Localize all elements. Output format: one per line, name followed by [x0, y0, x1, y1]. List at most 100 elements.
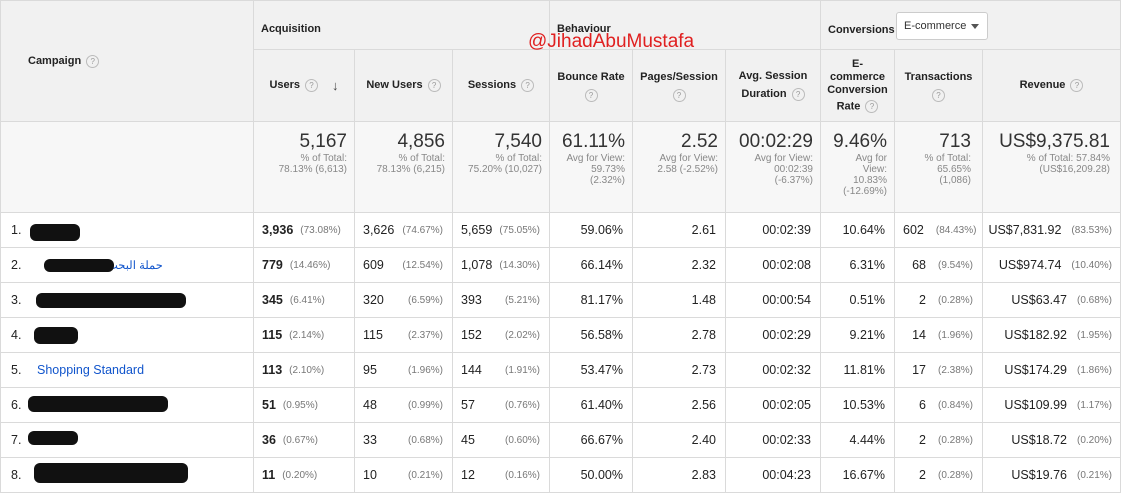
- row-users-percent: (2.14%): [289, 329, 325, 341]
- totals-revenue: US$9,375.81 % of Total: 57.84% (US$16,20…: [983, 122, 1121, 213]
- totals-users-value: 5,167: [299, 131, 347, 152]
- row-users-cell: 779 (14.46%): [254, 248, 355, 283]
- row-new_users-cell: 48 (0.99%): [355, 388, 453, 423]
- col-bounce-rate-label: Bounce Rate: [557, 70, 625, 83]
- help-icon[interactable]: ?: [865, 99, 879, 113]
- col-avg-duration-label-1: Avg. Session: [738, 70, 808, 82]
- totals-bounce-sub: Avg for View:: [566, 153, 625, 164]
- col-pages-session-label: Pages/Session: [640, 70, 718, 83]
- totals-new-users-sub: 78.13% (6,215): [376, 164, 445, 175]
- totals-ecom-sub: 10.83%: [853, 175, 887, 186]
- campaign-header[interactable]: Campaign?: [0, 0, 254, 122]
- row-revenue-cell: US$174.29 (1.86%): [983, 353, 1121, 388]
- col-bounce-rate[interactable]: Bounce Rate?: [550, 50, 633, 122]
- row-trans-percent: (84.43%): [935, 224, 977, 236]
- row-index: 3.: [11, 293, 22, 307]
- col-ecom-label-1: E-: [852, 57, 863, 70]
- row-ecom-cell: 16.67%: [821, 458, 895, 493]
- sort-arrow-icon[interactable]: ↓: [332, 78, 339, 93]
- totals-users-sub: 78.13% (6,613): [278, 164, 347, 175]
- row-trans-value: 6: [919, 398, 926, 412]
- totals-transactions-value: 713: [939, 131, 971, 152]
- help-icon[interactable]: ?: [305, 79, 319, 92]
- row-new_users-percent: (12.54%): [402, 259, 443, 271]
- help-icon[interactable]: ?: [1070, 79, 1084, 92]
- row-new_users-percent: (0.21%): [407, 469, 443, 481]
- row-duration-value: 00:02:08: [762, 258, 811, 272]
- row-duration-cell: 00:04:23: [726, 458, 821, 493]
- row-index: 2.: [11, 258, 22, 272]
- row-duration-cell: 00:02:08: [726, 248, 821, 283]
- col-pages-session[interactable]: Pages/Session?: [633, 50, 726, 122]
- totals-revenue-value: US$9,375.81: [999, 131, 1110, 152]
- help-icon[interactable]: ?: [427, 79, 441, 92]
- row-ecom-cell: 11.81%: [821, 353, 895, 388]
- col-ecom-label-2: commerce: [829, 70, 886, 83]
- totals-campaign-cell: [0, 122, 254, 213]
- row-revenue-value: US$182.92: [1004, 328, 1067, 342]
- help-icon[interactable]: ?: [932, 88, 945, 102]
- row-users-cell: 11 (0.20%): [254, 458, 355, 493]
- row-users-value: 11: [262, 468, 276, 482]
- row-bounce-value: 66.14%: [580, 258, 623, 272]
- row-new_users-value: 33: [363, 433, 377, 447]
- totals-duration-sub: 00:02:39: [774, 164, 813, 175]
- totals-transactions-sub: 65.65%: [937, 164, 971, 175]
- row-sessions-cell: 57 (0.76%): [453, 388, 550, 423]
- row-ecom-value: 9.21%: [849, 328, 885, 342]
- row-sessions-percent: (0.60%): [504, 434, 540, 446]
- col-avg-session-duration[interactable]: Avg. Session Duration?: [726, 50, 821, 122]
- col-avg-duration-label-2: Duration: [741, 88, 787, 100]
- row-sessions-value: 12: [461, 468, 475, 482]
- row-bounce-value: 61.40%: [580, 398, 623, 412]
- col-transactions[interactable]: Transactions?: [895, 50, 983, 122]
- help-icon[interactable]: ?: [672, 88, 686, 102]
- row-revenue-percent: (10.40%): [1071, 259, 1112, 271]
- col-users[interactable]: Users? ↓: [254, 50, 355, 122]
- row-ecom-value: 4.44%: [849, 433, 885, 447]
- row-users-percent: (73.08%): [300, 224, 341, 236]
- row-sessions-percent: (0.16%): [504, 469, 540, 481]
- row-new_users-value: 609: [363, 258, 384, 272]
- row-trans-cell: 14 (1.96%): [895, 318, 983, 353]
- campaign-name-link[interactable]: حملة البحث: [107, 258, 163, 272]
- campaign-name-link[interactable]: Shopping Standard: [37, 363, 144, 377]
- row-sessions-cell: 144 (1.91%): [453, 353, 550, 388]
- row-trans-percent: (0.84%): [937, 399, 973, 411]
- row-pages-cell: 1.48: [633, 283, 726, 318]
- conversions-type-dropdown[interactable]: E-commerce: [896, 12, 988, 40]
- row-revenue-value: US$174.29: [1004, 363, 1067, 377]
- row-sessions-cell: 12 (0.16%): [453, 458, 550, 493]
- row-trans-value: 14: [912, 328, 926, 342]
- row-ecom-cell: 6.31%: [821, 248, 895, 283]
- row-trans-percent: (2.38%): [937, 364, 973, 376]
- help-icon[interactable]: ?: [791, 87, 805, 101]
- campaign-cell[interactable]: 2. حملة البحث: [0, 248, 254, 283]
- row-duration-cell: 00:02:32: [726, 353, 821, 388]
- help-icon[interactable]: ?: [521, 79, 535, 92]
- row-users-cell: 36 (0.67%): [254, 423, 355, 458]
- row-trans-value: 2: [919, 293, 926, 307]
- totals-pages-sub: 2.58 (-2.52%): [657, 164, 718, 175]
- row-pages-cell: 2.78: [633, 318, 726, 353]
- row-new_users-cell: 3,626 (74.67%): [355, 213, 453, 248]
- help-icon[interactable]: ?: [584, 88, 598, 102]
- help-icon[interactable]: ?: [86, 54, 100, 68]
- row-users-cell: 115 (2.14%): [254, 318, 355, 353]
- row-bounce-value: 53.47%: [580, 363, 623, 377]
- row-users-value: 36: [262, 433, 276, 447]
- col-sessions[interactable]: Sessions?: [453, 50, 550, 122]
- row-revenue-cell: US$974.74 (10.40%): [983, 248, 1121, 283]
- row-trans-cell: 2 (0.28%): [895, 283, 983, 318]
- totals-transactions-sub: (1,086): [939, 175, 971, 186]
- totals-sessions: 7,540 % of Total: 75.20% (10,027): [453, 122, 550, 213]
- row-new_users-value: 320: [363, 293, 384, 307]
- campaign-cell[interactable]: 5. Shopping Standard: [0, 353, 254, 388]
- row-sessions-percent: (2.02%): [504, 329, 540, 341]
- col-ecommerce-conversion-rate[interactable]: E- commerce Conversion Rate?: [821, 50, 895, 122]
- col-revenue[interactable]: Revenue?: [983, 50, 1121, 122]
- redaction-mark: [34, 327, 78, 344]
- row-pages-cell: 2.83: [633, 458, 726, 493]
- row-sessions-cell: 1,078 (14.30%): [453, 248, 550, 283]
- col-new-users[interactable]: New Users?: [355, 50, 453, 122]
